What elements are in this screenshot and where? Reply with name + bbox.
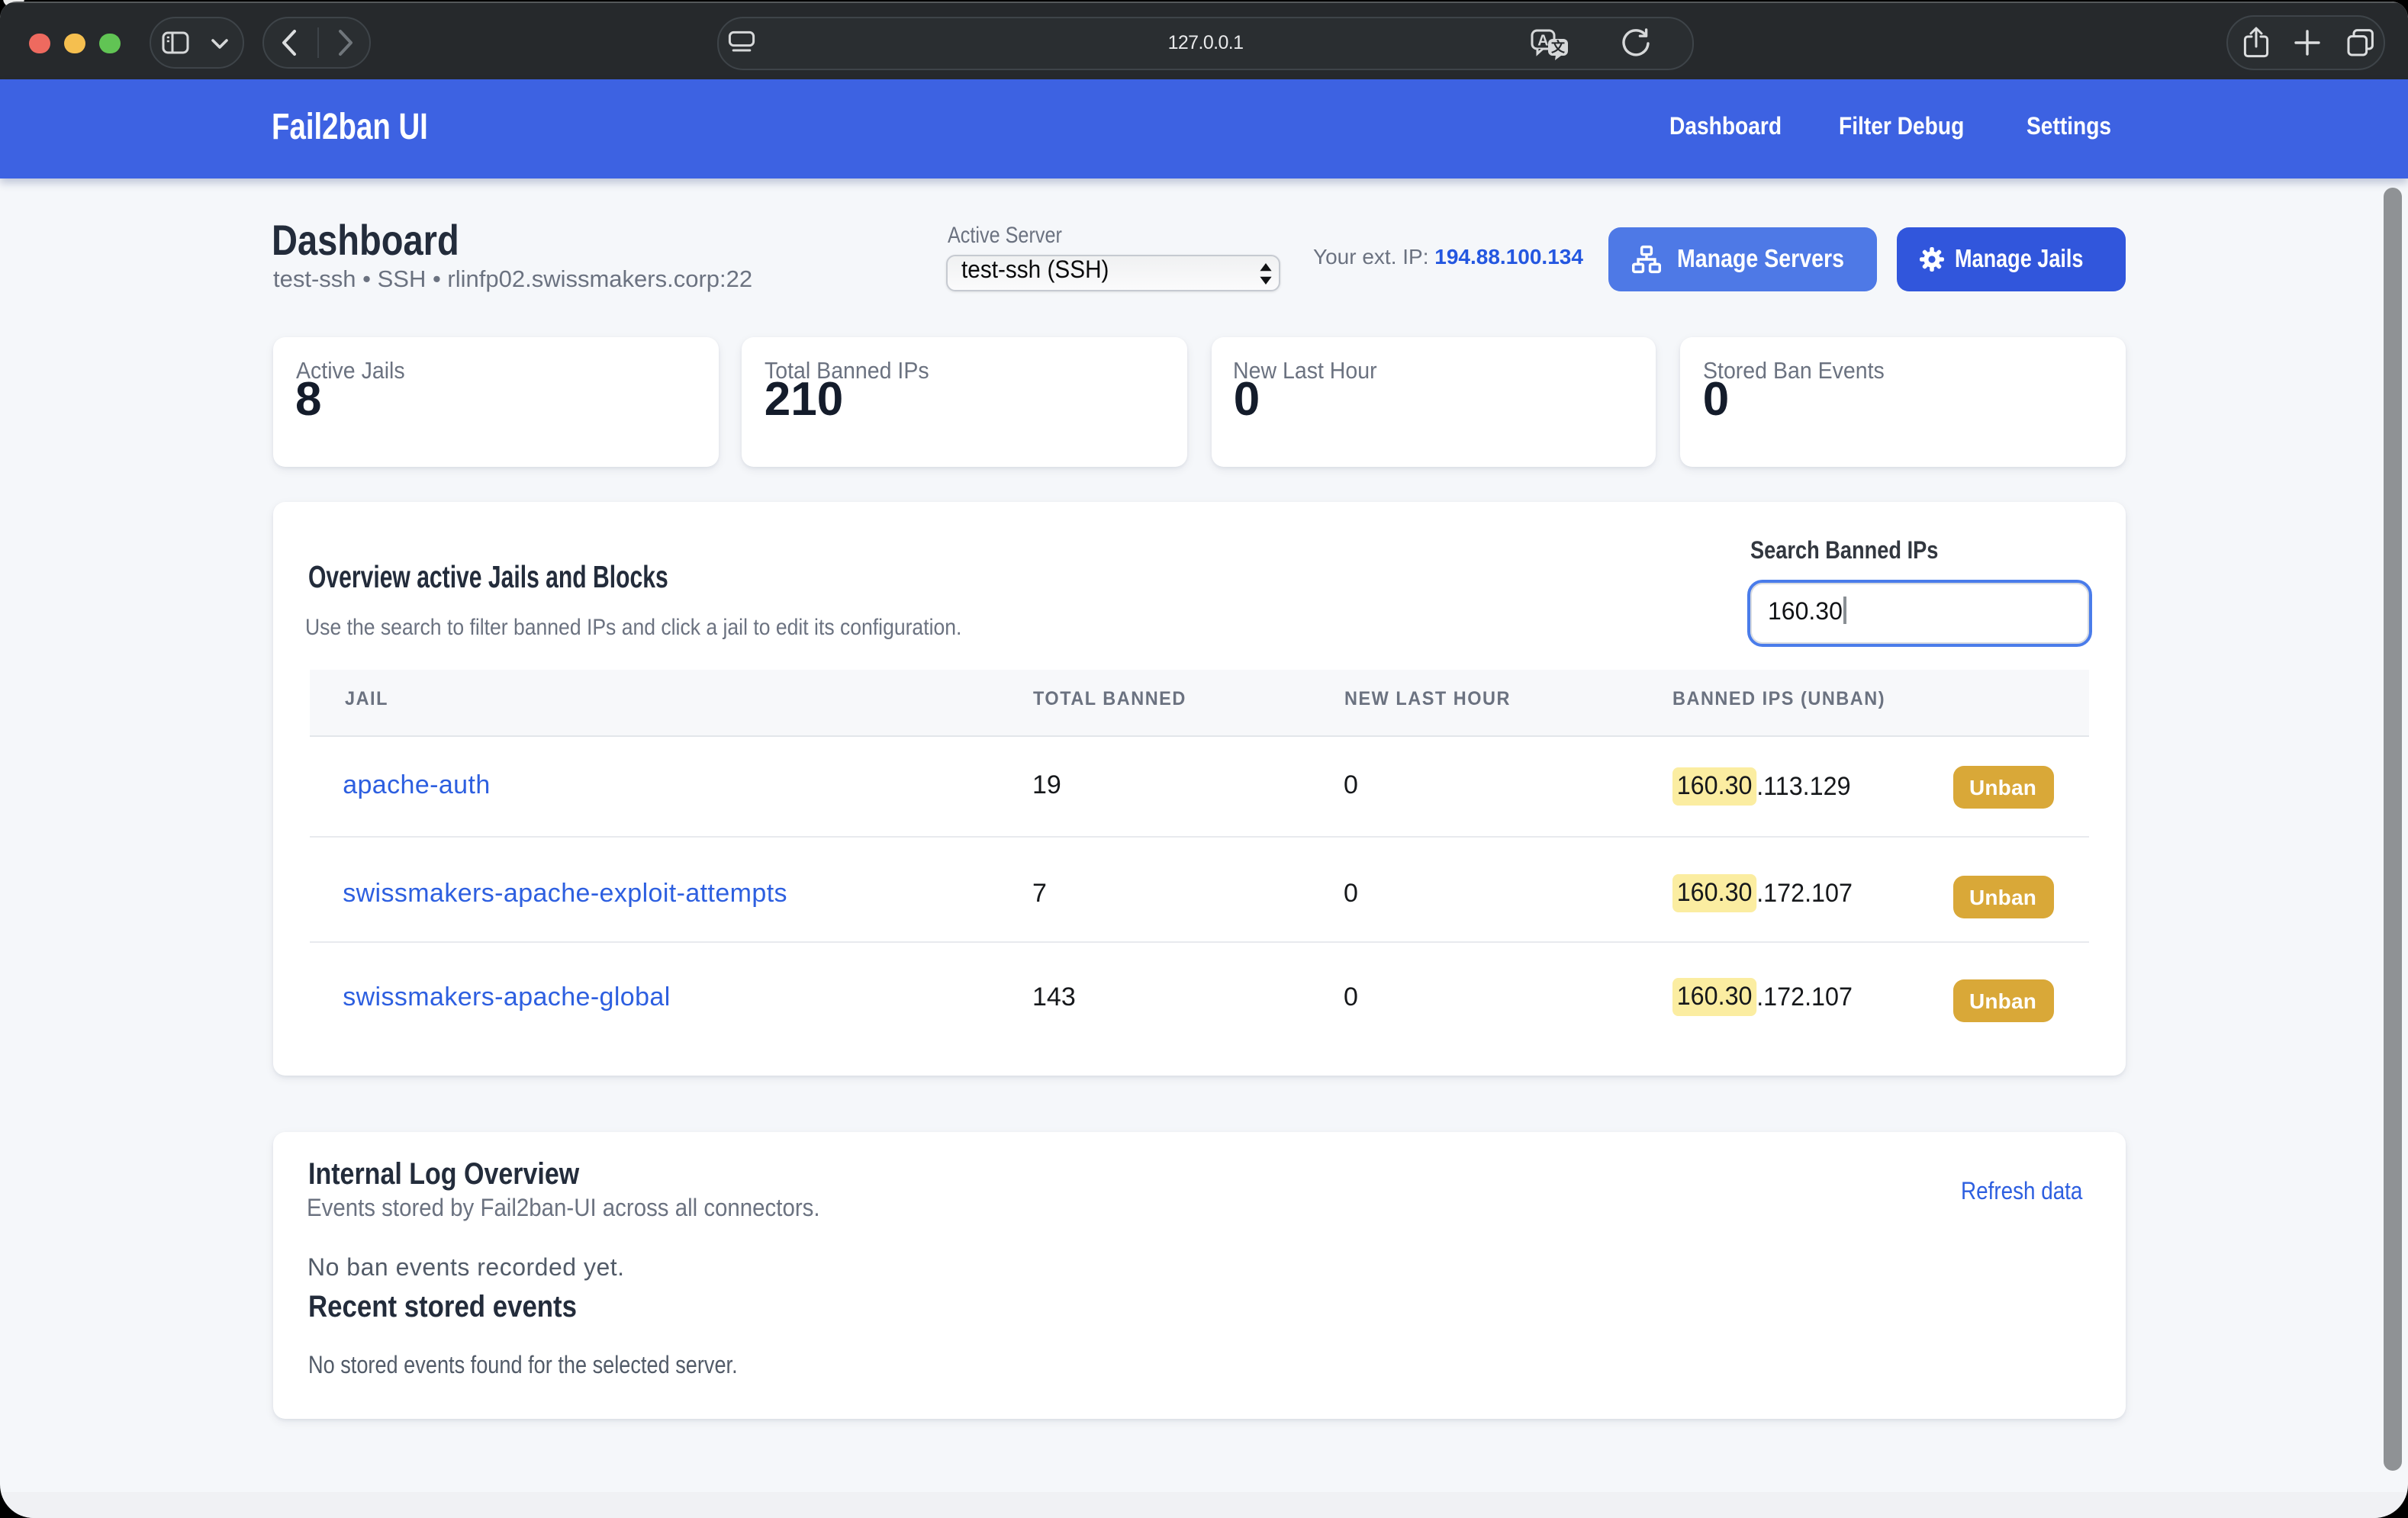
svg-text:A: A (1537, 32, 1548, 49)
svg-text:文: 文 (1551, 38, 1566, 54)
